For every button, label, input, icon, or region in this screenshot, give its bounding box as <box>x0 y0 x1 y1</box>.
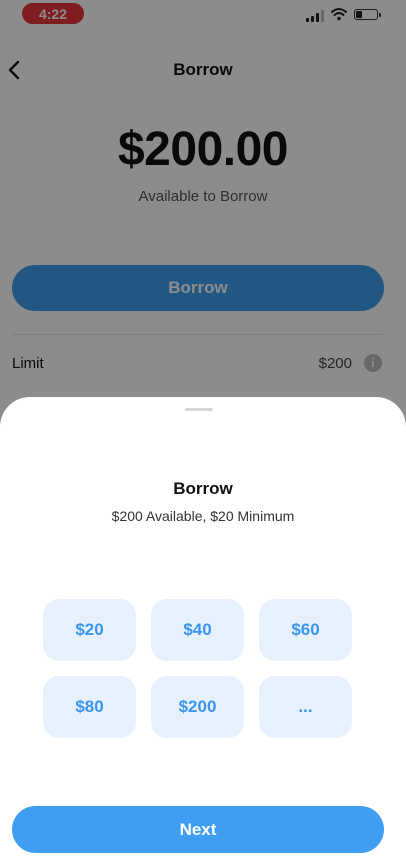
amount-option-40[interactable]: $40 <box>151 599 244 661</box>
borrow-amount-sheet: Borrow $200 Available, $20 Minimum $20 $… <box>0 397 406 868</box>
amount-option-custom[interactable]: ... <box>259 676 352 738</box>
amount-option-200[interactable]: $200 <box>151 676 244 738</box>
amount-option-80[interactable]: $80 <box>43 676 136 738</box>
amount-options: $20 $40 $60 $80 $200 ... <box>43 599 353 738</box>
next-button[interactable]: Next <box>12 806 384 853</box>
sheet-subtitle: $200 Available, $20 Minimum <box>111 508 295 524</box>
sheet-grabber[interactable] <box>185 408 213 411</box>
amount-option-60[interactable]: $60 <box>259 599 352 661</box>
amount-option-20[interactable]: $20 <box>43 599 136 661</box>
sheet-title: Borrow <box>173 479 233 498</box>
